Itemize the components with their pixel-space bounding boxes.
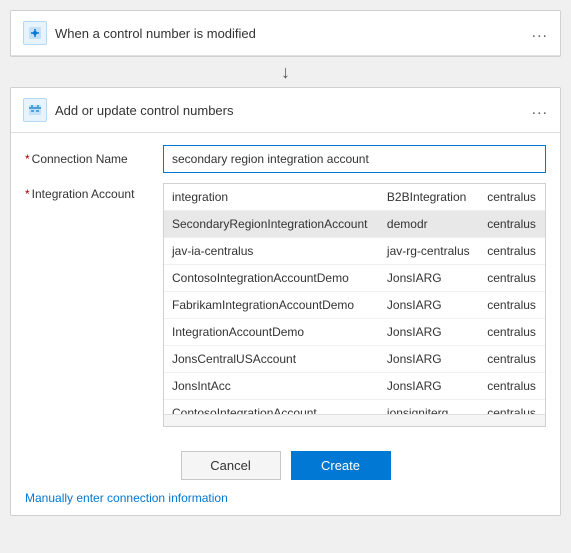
account-name-cell: integration	[164, 184, 379, 211]
account-name-cell: JonsIntAcc	[164, 373, 379, 400]
form-footer: Cancel Create Manually enter connection …	[11, 437, 560, 515]
integration-account-label: *Integration Account	[25, 183, 155, 201]
resource-group-cell: JonsIARG	[379, 319, 479, 346]
main-container: When a control number is modified ... ↓ …	[0, 0, 571, 553]
integration-account-row: *Integration Account integrationB2BInteg…	[25, 183, 546, 427]
create-button[interactable]: Create	[291, 451, 391, 480]
connection-name-input[interactable]	[163, 145, 546, 173]
table-row[interactable]: JonsCentralUSAccountJonsIARGcentralus	[164, 346, 545, 373]
account-name-cell: SecondaryRegionIntegrationAccount	[164, 211, 379, 238]
table-row[interactable]: JonsIntAccJonsIARGcentralus	[164, 373, 545, 400]
down-arrow-icon: ↓	[281, 62, 290, 83]
table-row[interactable]: integrationB2BIntegrationcentralus	[164, 184, 545, 211]
connection-name-row: *Connection Name	[25, 145, 546, 173]
table-row[interactable]: ContosoIntegrationAccountjonsignitergcen…	[164, 400, 545, 415]
table-scroll[interactable]: integrationB2BIntegrationcentralusSecond…	[164, 184, 545, 414]
form-body: *Connection Name *Integration Account in…	[11, 133, 560, 427]
resource-group-cell: JonsIARG	[379, 346, 479, 373]
action-menu[interactable]: ...	[532, 101, 548, 119]
table-row[interactable]: ContosoIntegrationAccountDemoJonsIARGcen…	[164, 265, 545, 292]
resource-group-cell: JonsIARG	[379, 292, 479, 319]
action-header: Add or update control numbers ...	[11, 88, 560, 133]
account-name-cell: jav-ia-centralus	[164, 238, 379, 265]
cancel-button[interactable]: Cancel	[181, 451, 281, 480]
action-card: Add or update control numbers ... *Conne…	[10, 87, 561, 516]
region-cell: centralus	[479, 238, 545, 265]
resource-group-cell: jonsigniterg	[379, 400, 479, 415]
resource-group-cell: JonsIARG	[379, 373, 479, 400]
integration-account-table-wrapper: integrationB2BIntegrationcentralusSecond…	[163, 183, 546, 427]
manual-link-container: Manually enter connection information	[25, 490, 546, 505]
account-name-cell: JonsCentralUSAccount	[164, 346, 379, 373]
table-row[interactable]: FabrikamIntegrationAccountDemoJonsIARGce…	[164, 292, 545, 319]
required-star-2: *	[25, 187, 30, 201]
action-title: Add or update control numbers	[55, 103, 524, 118]
table-row[interactable]: IntegrationAccountDemoJonsIARGcentralus	[164, 319, 545, 346]
table-row[interactable]: SecondaryRegionIntegrationAccountdemodrc…	[164, 211, 545, 238]
account-name-cell: IntegrationAccountDemo	[164, 319, 379, 346]
resource-group-cell: demodr	[379, 211, 479, 238]
trigger-header: When a control number is modified ...	[11, 11, 560, 56]
region-cell: centralus	[479, 346, 545, 373]
bottom-scrollbar[interactable]	[164, 414, 545, 426]
trigger-card: When a control number is modified ...	[10, 10, 561, 57]
region-cell: centralus	[479, 292, 545, 319]
account-name-cell: ContosoIntegrationAccount	[164, 400, 379, 415]
account-name-cell: ContosoIntegrationAccountDemo	[164, 265, 379, 292]
button-row: Cancel Create	[25, 451, 546, 480]
resource-group-cell: jav-rg-centralus	[379, 238, 479, 265]
region-cell: centralus	[479, 265, 545, 292]
connection-name-label: *Connection Name	[25, 152, 155, 166]
manual-entry-link[interactable]: Manually enter connection information	[25, 491, 228, 505]
region-cell: centralus	[479, 184, 545, 211]
action-icon	[23, 98, 47, 122]
trigger-icon	[23, 21, 47, 45]
accounts-table: integrationB2BIntegrationcentralusSecond…	[164, 184, 545, 414]
region-cell: centralus	[479, 319, 545, 346]
region-cell: centralus	[479, 400, 545, 415]
resource-group-cell: B2BIntegration	[379, 184, 479, 211]
required-star-1: *	[25, 152, 30, 166]
trigger-menu[interactable]: ...	[532, 24, 548, 42]
resource-group-cell: JonsIARG	[379, 265, 479, 292]
arrow-connector: ↓	[10, 57, 561, 87]
trigger-title: When a control number is modified	[55, 26, 524, 41]
table-row[interactable]: jav-ia-centralusjav-rg-centraluscentralu…	[164, 238, 545, 265]
region-cell: centralus	[479, 211, 545, 238]
account-name-cell: FabrikamIntegrationAccountDemo	[164, 292, 379, 319]
region-cell: centralus	[479, 373, 545, 400]
